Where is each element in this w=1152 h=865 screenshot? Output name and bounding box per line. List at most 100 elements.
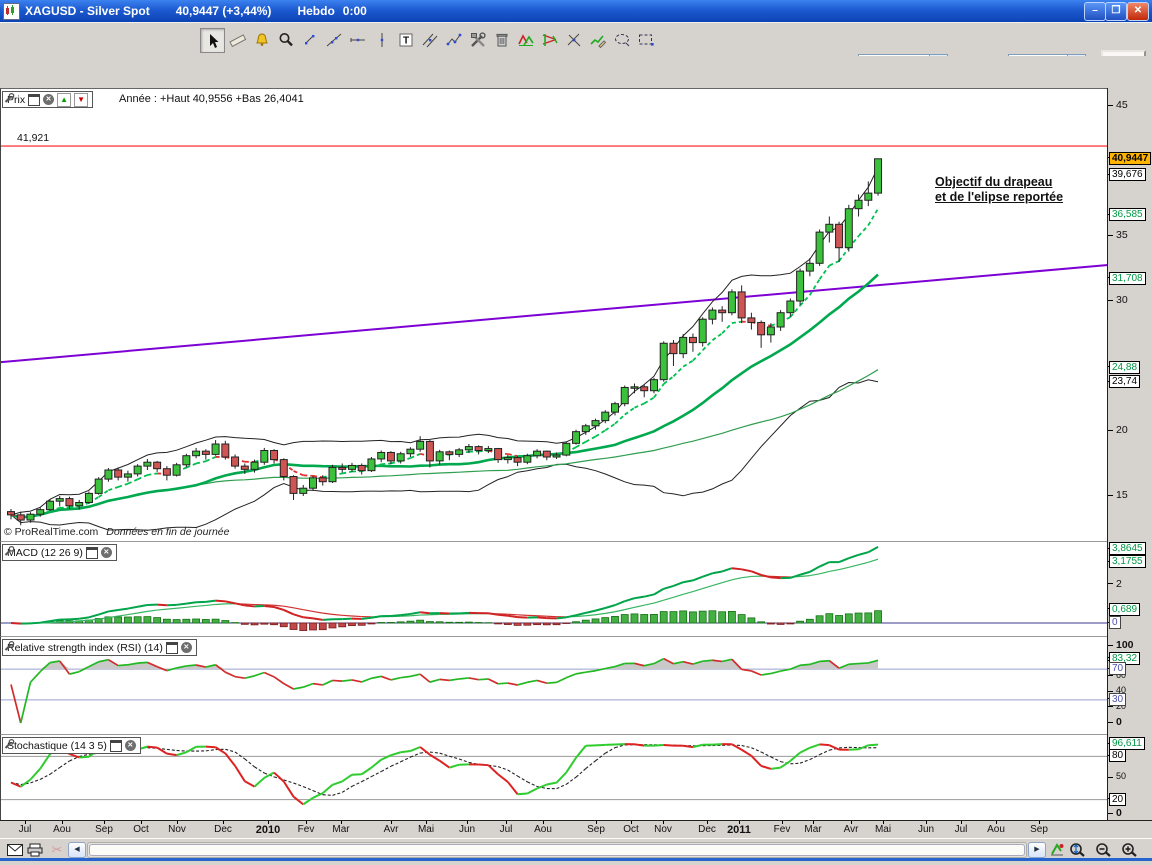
scroll-right-button[interactable]: ▶ (1028, 842, 1046, 858)
restore-button[interactable]: ❒ (1105, 2, 1127, 21)
month-label: Nov (646, 824, 680, 835)
zigzag-pattern-tool-button[interactable] (514, 28, 537, 51)
axis-tick-label: 20 (1116, 424, 1128, 436)
settings-tool-button[interactable] (466, 28, 489, 51)
axis-tick (1108, 675, 1113, 676)
print-icon[interactable] (26, 842, 44, 857)
wrench-icon[interactable] (3, 640, 15, 652)
month-label: Fev (765, 824, 799, 835)
time-axis[interactable]: JulAouSepOctNovDec2010FevMarAvrMaiJunJul… (0, 820, 1152, 839)
time-scrollbar[interactable] (87, 842, 1027, 858)
axis-tick-label: 2 (1116, 578, 1122, 590)
delete-tool-button[interactable] (490, 28, 513, 51)
scroll-left-button[interactable]: ◀ (68, 842, 86, 858)
modify-chart-tool-button[interactable] (586, 28, 609, 51)
zoom-out-icon[interactable] (1094, 842, 1112, 857)
axis-tick-label: 30 (1116, 294, 1128, 306)
lasso-tool-button[interactable] (610, 28, 633, 51)
zoom-tool-button[interactable] (274, 28, 297, 51)
close-panel-icon[interactable]: ✕ (101, 547, 112, 558)
polyline-tool-button[interactable] (442, 28, 465, 51)
scissors-icon[interactable]: ✂ (48, 842, 66, 857)
vertical-line-icon (373, 31, 391, 49)
scrollbar-thumb[interactable] (89, 844, 1025, 856)
flag-pattern-tool-button[interactable] (538, 28, 561, 51)
drawing-toolbar: T 100 unités ▼ Hebdo ▼ (0, 22, 1152, 57)
rect-select-tool-button[interactable] (634, 28, 657, 51)
macd-chart-canvas[interactable] (1, 542, 1108, 637)
detach-window-icon[interactable] (110, 740, 122, 752)
wrench-icon[interactable] (3, 545, 15, 557)
ruler-icon (229, 31, 247, 49)
month-label: Jul (8, 824, 42, 835)
zoom-fit-icon[interactable] (1068, 842, 1086, 857)
buy-arrow-icon[interactable]: ▲ (57, 93, 71, 107)
polyline-icon (445, 31, 463, 49)
text-tool-button[interactable]: T (394, 28, 417, 51)
detach-window-icon[interactable] (166, 642, 178, 654)
window-title-timeframe: Hebdo (297, 4, 334, 18)
sell-arrow-icon[interactable]: ▼ (74, 93, 88, 107)
detach-window-icon[interactable] (86, 547, 98, 559)
cross-lines-tool-button[interactable] (562, 28, 585, 51)
price-chart-canvas[interactable] (1, 89, 1108, 541)
axis-tick (1108, 300, 1113, 301)
month-label: Avr (834, 824, 868, 835)
axis-tick-label: 0 (1116, 716, 1122, 728)
month-label: Jun (450, 824, 484, 835)
month-label: Sep (1022, 824, 1056, 835)
line-tool-button[interactable] (322, 28, 345, 51)
candlestick-icon (3, 3, 20, 20)
cursor-tool-button[interactable] (200, 28, 225, 53)
bell-icon (253, 31, 271, 49)
month-label: Jul (944, 824, 978, 835)
close-panel-icon[interactable]: ✕ (125, 740, 136, 751)
text-icon: T (397, 31, 415, 49)
stochastic-panel-header: Stochastique (14 3 5) ✕ (2, 737, 141, 754)
month-label: Fev (289, 824, 323, 835)
axis-value-box: 23,74 (1109, 375, 1140, 388)
alarm-tool-button[interactable] (250, 28, 273, 51)
month-label: Avr (374, 824, 408, 835)
close-panel-icon[interactable]: ✕ (181, 642, 192, 653)
segment-tool-button[interactable] (298, 28, 321, 51)
macd-panel: MACD (12 26 9) ✕ (0, 541, 1108, 637)
parallel-lines-tool-button[interactable] (418, 28, 441, 51)
month-label: Aou (979, 824, 1013, 835)
axis-value-box: 20 (1109, 793, 1126, 806)
month-label: Oct (614, 824, 648, 835)
ruler-tool-button[interactable] (226, 28, 249, 51)
minimize-button[interactable]: – (1084, 2, 1106, 21)
pointer-mode-icon[interactable] (1048, 842, 1066, 857)
wrench-icon[interactable] (3, 92, 15, 104)
horizontal-line-tool-button[interactable] (346, 28, 369, 51)
month-label: Aou (526, 824, 560, 835)
vertical-line-tool-button[interactable] (370, 28, 393, 51)
detach-window-icon[interactable] (28, 94, 40, 106)
axis-value-box: 31,708 (1109, 272, 1146, 285)
email-icon[interactable] (6, 842, 24, 857)
flag-pattern-icon (541, 31, 559, 49)
month-label: Oct (124, 824, 158, 835)
price-panel-header: Prix ✕ ▲ ▼ (2, 91, 93, 108)
close-panel-icon[interactable]: ✕ (43, 94, 54, 105)
month-label: 2011 (722, 824, 756, 836)
zoom-in-icon[interactable] (1120, 842, 1138, 857)
price-axis-gutter[interactable]: 453530201540,944739,67636,58531,70824,88… (1107, 88, 1152, 820)
wrench-icon[interactable] (3, 738, 15, 750)
axis-value-box: 0,689 (1109, 603, 1140, 616)
axis-tick-label: 50 (1116, 771, 1126, 781)
axis-tick-label: 15 (1116, 489, 1128, 501)
window-title-instrument: XAGUSD - Silver Spot (25, 4, 150, 18)
macd-panel-title: MACD (12 26 9) (7, 547, 83, 559)
stochastic-chart-canvas[interactable] (1, 735, 1108, 821)
cross-lines-icon (565, 31, 583, 49)
rsi-panel-title: Relative strength index (RSI) (14) (7, 642, 163, 654)
axis-tick (1108, 722, 1113, 723)
close-button[interactable]: ✕ (1127, 2, 1149, 21)
axis-tick (1108, 691, 1113, 692)
macd-panel-header: MACD (12 26 9) ✕ (2, 544, 117, 561)
window-title-quote: 40,9447 (+3,44%) (176, 4, 272, 18)
prorealtime-window: { "title": { "instrument": "XAGUSD - Sil… (0, 0, 1152, 864)
month-label: Nov (160, 824, 194, 835)
